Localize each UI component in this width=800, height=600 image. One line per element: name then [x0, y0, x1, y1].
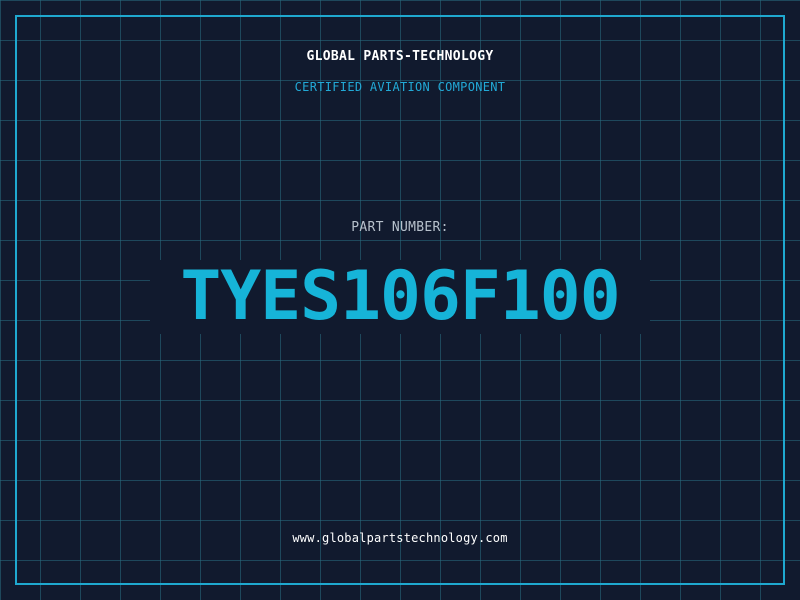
certification-subtitle: CERTIFIED AVIATION COMPONENT	[294, 80, 506, 94]
website-link[interactable]: www.globalpartstechnology.com	[0, 531, 800, 545]
part-number-label: PART NUMBER:	[351, 220, 449, 235]
part-number-panel: TYES106F100	[150, 260, 650, 334]
part-card: GLOBAL PARTS-TECHNOLOGY CERTIFIED AVIATI…	[0, 0, 800, 600]
company-name: GLOBAL PARTS-TECHNOLOGY	[306, 49, 494, 64]
part-number-value: TYES106F100	[180, 257, 620, 336]
